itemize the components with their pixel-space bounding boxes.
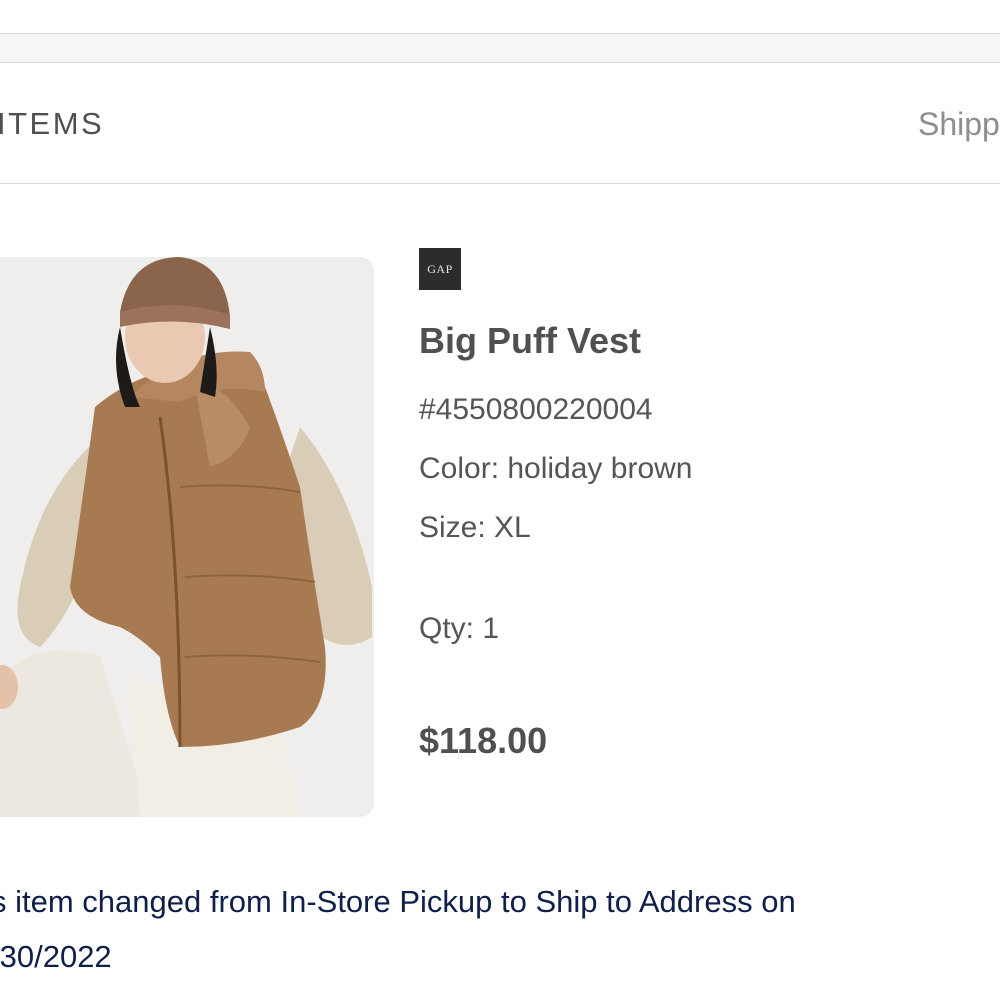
product-color: Color: holiday brown: [419, 452, 693, 485]
brand-logo: GAP: [419, 248, 461, 290]
product-name[interactable]: Big Puff Vest: [419, 320, 641, 362]
items-section-header: [0, 62, 1000, 184]
fulfillment-change-notice: s item changed from In-Store Pickup to S…: [0, 874, 991, 984]
items-section-title: ITEMS: [0, 106, 105, 141]
shipping-tab-label[interactable]: Shipp: [918, 106, 1000, 143]
product-image[interactable]: [0, 257, 374, 817]
product-size: Size: XL: [419, 511, 531, 544]
top-strip: [0, 33, 1000, 63]
notice-line-1: s item changed from In-Store Pickup to S…: [0, 884, 796, 919]
product-price: $118.00: [419, 720, 548, 761]
product-photo: [0, 257, 374, 817]
product-quantity: Qty: 1: [419, 612, 500, 645]
product-sku: #4550800220004: [419, 393, 653, 426]
notice-line-2: /30/2022: [0, 939, 112, 974]
